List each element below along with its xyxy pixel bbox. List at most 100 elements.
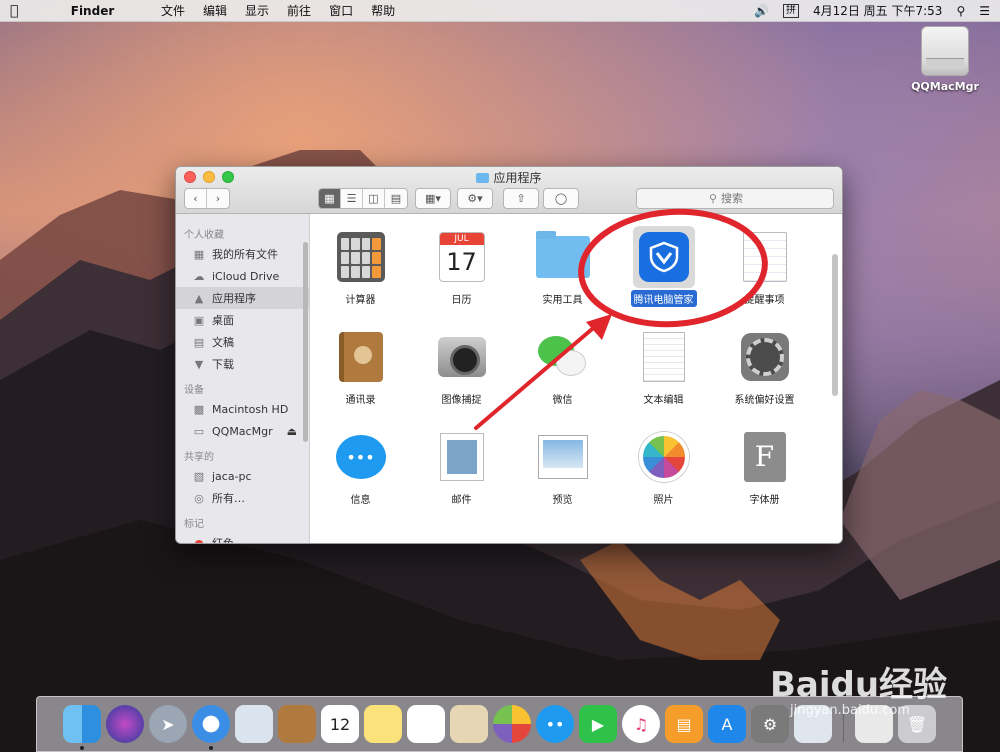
list-view-button[interactable]: ☰ [341,188,363,208]
search-input[interactable] [721,191,762,205]
menu-edit[interactable]: 编辑 [203,2,227,19]
photo-booth-dock-icon[interactable] [450,705,488,743]
app-photos[interactable]: 照片 [613,430,714,530]
cloud-icon: ☁ [193,269,205,283]
calendar-dock-icon[interactable]: 12 [321,705,359,743]
calculator-icon [336,232,385,282]
column-view-button[interactable]: ◫ [363,188,385,208]
app-partial[interactable] [714,530,815,543]
sidebar-item-applications[interactable]: ▲ 应用程序 [176,287,309,309]
app-row: 计算器 JUL 17 日历 实用工具 腾讯电脑管家 提醒事项 [310,226,842,330]
icon-view-button[interactable]: ▦ [319,188,341,208]
content-scrollbar[interactable] [832,254,838,396]
app-partial[interactable] [411,530,512,543]
app-label: 字体册 [749,495,780,506]
itunes-music-icon[interactable]: ♫ [622,705,660,743]
app-store-dock-icon[interactable]: A [708,705,746,743]
sidebar-item-downloads[interactable]: ▼ 下载 [176,353,309,375]
app-image-capture[interactable]: 图像捕捉 [411,330,512,430]
sidebar-item-tag-red[interactable]: ● 红色 [176,532,309,544]
app-messages[interactable]: ••• 信息 [310,430,411,530]
ibooks-dock-icon[interactable]: ▤ [665,705,703,743]
menu-app-name[interactable]: Finder [42,4,143,18]
forward-button[interactable]: › [207,189,229,208]
launchpad-rocket-icon[interactable]: ➤ [149,705,187,743]
app-partial[interactable] [613,530,714,543]
siri-dock-icon[interactable] [106,705,144,743]
menu-view[interactable]: 显示 [245,2,269,19]
app-mail[interactable]: 邮件 [411,430,512,530]
messages-dock-icon[interactable]: •• [536,705,574,743]
sidebar-scrollbar[interactable] [303,242,308,442]
app-utilities[interactable]: 实用工具 [512,230,613,330]
facetime-dock-icon[interactable]: ▶ [579,705,617,743]
eject-icon[interactable]: ⏏ [287,425,297,438]
sidebar-item-icloud-drive[interactable]: ☁ iCloud Drive [176,265,309,287]
sidebar-item-jaca-pc[interactable]: ▧ jaca-pc [176,465,309,487]
arrange-button[interactable]: ▦▾ [416,189,450,208]
app-wechat[interactable]: 微信 [512,330,613,430]
red-tag-icon: ● [194,536,204,544]
share-button[interactable]: ⇧ [504,189,538,208]
search-icon: ⚲ [708,191,718,205]
window-titlebar[interactable]: 应用程序 ‹ › ▦ ☰ ◫ ▤ ▦▾ ⚙▾ ⇧ ◯ ⚲ 搜索 [176,167,842,214]
menu-help[interactable]: 帮助 [371,2,395,19]
menu-clock[interactable]: 4月12日 周五 下午7:53 [813,2,942,19]
app-reminders[interactable]: 提醒事项 [714,230,815,330]
app-row: 通讯录 图像捕捉 微信 文本编辑 系统偏好设置 [310,330,842,430]
app-font-book[interactable]: F 字体册 [714,430,815,530]
app-preview[interactable]: 预览 [512,430,613,530]
tag-button[interactable]: ◯ [544,189,578,208]
gallery-view-button[interactable]: ▤ [385,189,407,208]
sidebar-item-qqmacmgr[interactable]: ▭ QQMacMgr ⏏ [176,420,309,442]
contacts-dock-icon[interactable] [278,705,316,743]
app-label: 文本编辑 [643,395,684,406]
sidebar-item-macintosh-hd[interactable]: ▩ Macintosh HD [176,398,309,420]
utilities-folder-icon [535,231,590,278]
search-field[interactable]: ⚲ [636,187,834,209]
menu-go[interactable]: 前往 [287,2,311,19]
sidebar-item-all-shared[interactable]: ◎ 所有… [176,487,309,509]
mail-stamp-icon [439,433,484,481]
mail-dock-icon[interactable] [235,705,273,743]
sidebar-item-documents[interactable]: ▤ 文稿 [176,331,309,353]
reminders-dock-icon[interactable] [407,705,445,743]
app-tencent-pc-manager[interactable]: 腾讯电脑管家 [613,226,714,330]
sidebar-item-all-files[interactable]: ▦ 我的所有文件 [176,243,309,265]
finder-dock-icon[interactable] [63,705,101,750]
app-textedit[interactable]: 文本编辑 [613,330,714,430]
input-method-icon[interactable]: 拼 [782,3,799,18]
notification-center-icon[interactable]: ☰ [979,4,990,18]
image-capture-icon [437,337,486,377]
menu-window[interactable]: 窗口 [329,2,353,19]
back-button[interactable]: ‹ [185,188,207,208]
baidu-watermark: Baidu经验 jingyan.baidu.com [760,655,990,725]
app-contacts[interactable]: 通讯录 [310,330,411,430]
menu-file[interactable]: 文件 [161,2,185,19]
window-title-text: 应用程序 [493,171,542,185]
sidebar-item-desktop[interactable]: ▣ 桌面 [176,309,309,331]
app-partial[interactable] [512,530,613,543]
app-calendar[interactable]: JUL 17 日历 [411,230,512,330]
disk-image-icon: ▭ [193,424,205,438]
spotlight-search-icon[interactable]: ⚲ [956,4,965,18]
watermark-brand: Baidu经验 [770,665,948,705]
window-title: 应用程序 [176,169,842,186]
menu-bar:  Finder 文件 编辑 显示 前往 窗口 帮助 🔊 拼 4月12日 周五 … [0,0,1000,22]
app-calculator[interactable]: 计算器 [310,230,411,330]
notes-dock-icon[interactable] [364,705,402,743]
app-label: 日历 [451,295,472,306]
photos-dock-icon[interactable] [493,705,531,743]
action-gear-button[interactable]: ⚙▾ [458,189,492,208]
app-row-partial [310,530,842,543]
apple-menu-icon[interactable]:  [10,3,28,19]
safari-compass-icon[interactable] [192,705,230,750]
drive-icon [921,26,969,76]
nav-buttons: ‹ › [184,187,230,209]
app-label: 系统偏好设置 [734,395,795,406]
desktop-drive-qqmacmgr[interactable]: QQMacMgr [906,26,984,93]
app-system-preferences[interactable]: 系统偏好设置 [714,330,815,430]
app-partial[interactable] [310,530,411,543]
network-icon: ◎ [194,491,204,505]
volume-icon[interactable]: 🔊 [754,4,769,18]
